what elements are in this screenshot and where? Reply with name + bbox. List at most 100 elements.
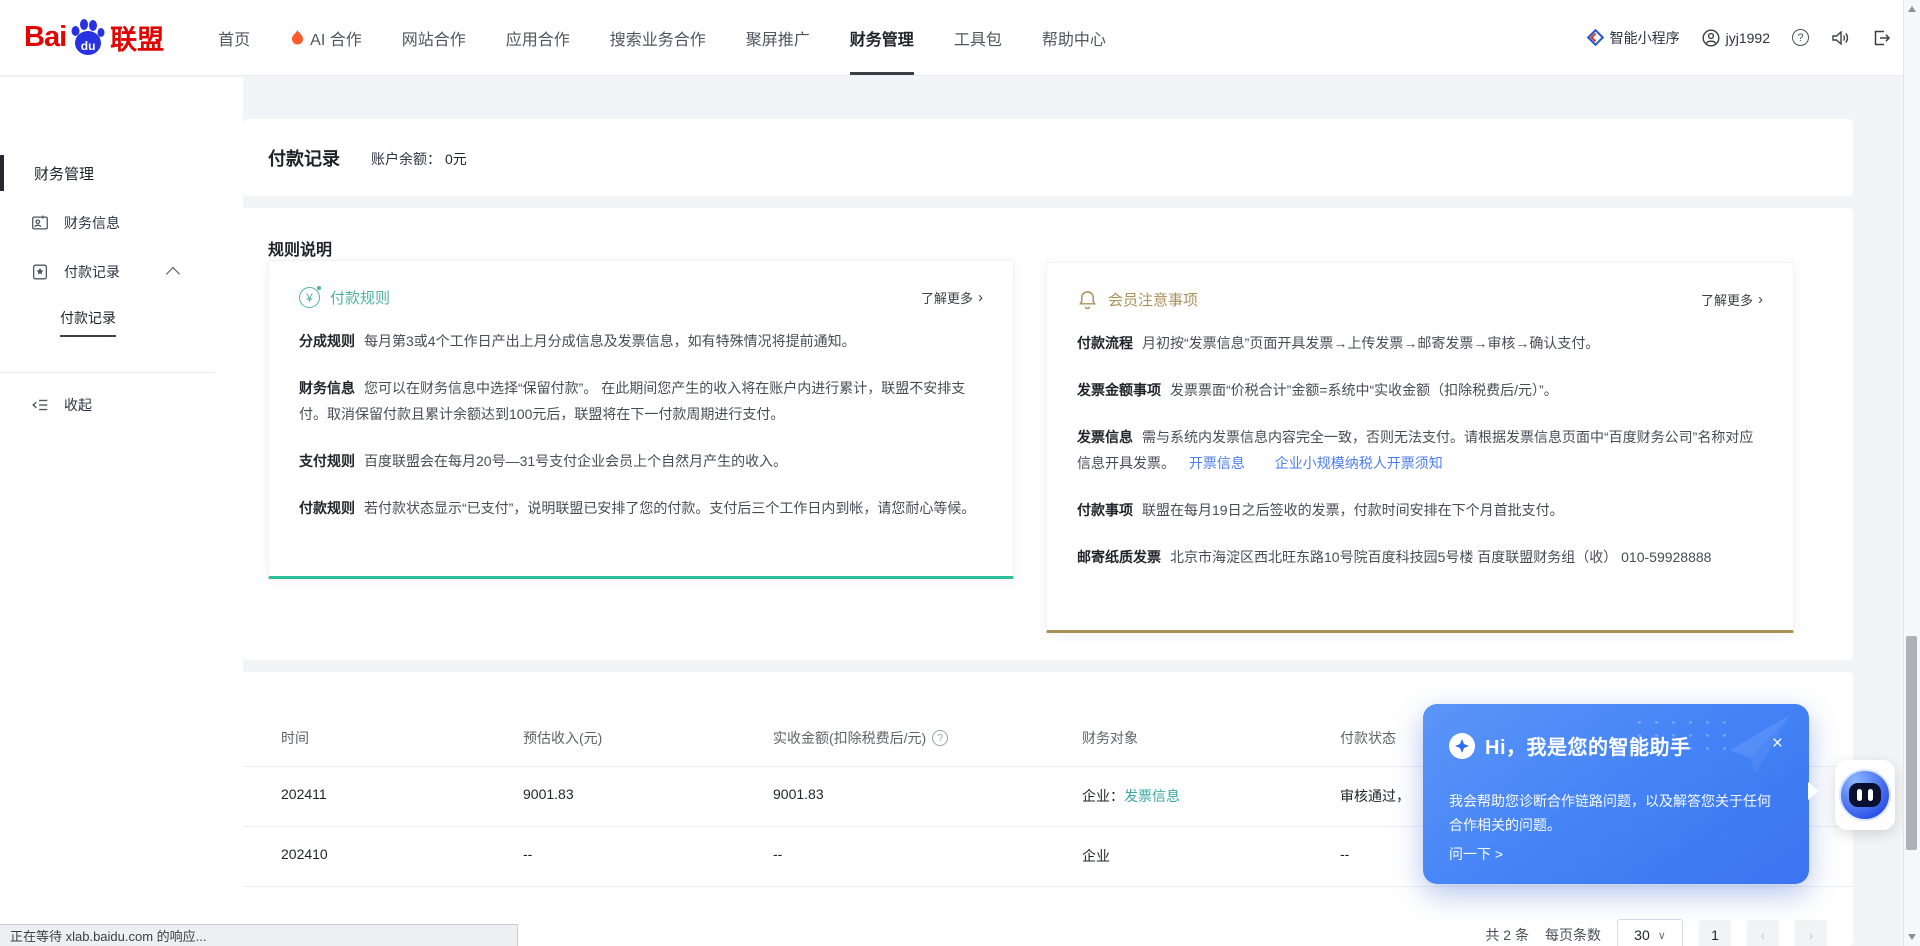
rule-item: 付款流程月初按“发票信息”页面开具发票→上传发票→邮寄发票→审核→确认支付。 — [1077, 330, 1763, 356]
nav-screen-label: 聚屏推广 — [746, 26, 810, 50]
member-notes-more-link[interactable]: 了解更多 › — [1701, 290, 1763, 309]
rule-item: 发票金额事项发票票面“价税合计”金额=系统中“实收金额（扣除税费后/元）”。 — [1077, 377, 1763, 403]
baidu-union-logo[interactable]: Bai du 联盟 — [24, 17, 164, 59]
row2-status: -- — [1340, 846, 1349, 862]
nav-finance-label: 财务管理 — [850, 26, 914, 50]
assistant-avatar-button[interactable] — [1835, 760, 1895, 830]
balance-label: 账户余额： — [371, 151, 441, 167]
compass-icon — [1449, 733, 1475, 759]
nav-toolkit[interactable]: 工具包 — [954, 0, 1002, 75]
rule-item: 分成规则每月第3或4个工作日产出上月分成信息及发票信息，如有特殊情况将提前通知。 — [299, 328, 983, 354]
nav-help-center[interactable]: 帮助中心 — [1042, 0, 1106, 75]
sidebar-collapse-button[interactable]: 收起 — [0, 387, 243, 423]
robot-face-icon — [1839, 769, 1891, 821]
row1-actual: 9001.83 — [773, 786, 824, 802]
sidebar-item-finance-info[interactable]: 财务信息 — [0, 205, 243, 241]
sidebar-item-payment-record[interactable]: 付款记录 — [0, 254, 243, 290]
baidu-union-finance-page: Bai du 联盟 首页 AI 合作 网站合作 — [0, 0, 1920, 946]
sidebar-section-label: 财务管理 — [34, 163, 94, 184]
nav-screen-promotion[interactable]: 聚屏推广 — [746, 0, 810, 75]
per-page-value: 30 — [1634, 927, 1650, 943]
rule-label: 发票金额事项 — [1077, 382, 1161, 398]
row1-invoice-info-link[interactable]: 发票信息 — [1124, 788, 1180, 804]
prev-page-button[interactable]: ‹ — [1747, 920, 1779, 946]
browser-status-tooltip: 正在等待 xlab.baidu.com 的响应... — [0, 924, 518, 946]
assistant-title: Hi，我是您的智能助手 — [1485, 731, 1691, 760]
rule-item: 付款事项联盟在每月19日之后签收的发票，付款时间安排在下个月首批支付。 — [1077, 497, 1763, 523]
vertical-scrollbar[interactable] — [1903, 0, 1920, 946]
page-title: 付款记录 — [268, 145, 340, 171]
rule-text: 若付款状态显示“已支付”，说明联盟已安排了您的付款。支付后三个工作日内到帐，请您… — [364, 500, 975, 516]
flame-icon — [290, 29, 305, 46]
rule-label: 付款流程 — [1077, 335, 1133, 351]
rule-label: 发票信息 — [1077, 429, 1133, 445]
nav-finance-management[interactable]: 财务管理 — [850, 0, 914, 75]
member-notes-card-title: 会员注意事项 — [1108, 289, 1198, 310]
chevron-up-icon[interactable] — [166, 267, 180, 281]
chevron-right-icon: › — [1809, 927, 1814, 943]
rule-item: 邮寄纸质发票北京市海淀区西北旺东路10号院百度科技园5号楼 百度联盟财务组（收）… — [1077, 544, 1763, 570]
nav-home[interactable]: 首页 — [218, 0, 250, 75]
rule-item: 付款规则若付款状态显示“已支付”，说明联盟已安排了您的付款。支付后三个工作日内到… — [299, 495, 983, 521]
row1-estimate: 9001.83 — [523, 786, 574, 802]
sidebar-payment-record-sub-label: 付款记录 — [60, 308, 116, 337]
main-nav: 首页 AI 合作 网站合作 应用合作 搜索业务合作 聚屏推广 财务管理 工具包 … — [218, 0, 1106, 75]
nav-ai-cooperation[interactable]: AI 合作 — [290, 0, 362, 75]
nav-search-cooperation[interactable]: 搜索业务合作 — [610, 0, 706, 75]
sidebar-finance-info-label: 财务信息 — [64, 213, 120, 233]
scrollbar-thumb[interactable] — [1906, 636, 1917, 850]
nav-app-cooperation[interactable]: 应用合作 — [506, 0, 570, 75]
scroll-up-arrow-icon[interactable] — [1908, 6, 1916, 12]
miniprogram-label: 智能小程序 — [1610, 28, 1680, 48]
close-icon[interactable]: × — [1772, 734, 1783, 753]
invoice-info-link[interactable]: 开票信息 — [1189, 455, 1245, 471]
sidebar: 财务管理 财务信息 付款记录 付款记录 — [0, 77, 243, 946]
assistant-popup: Hi，我是您的智能助手 × 我会帮助您诊断合作链路问题，以及解答您关于任何合作相… — [1423, 704, 1809, 884]
rule-text: 月初按“发票信息”页面开具发票→上传发票→邮寄发票→审核→确认支付。 — [1142, 335, 1599, 351]
rule-label: 付款规则 — [299, 500, 355, 516]
rule-label: 付款事项 — [1077, 502, 1133, 518]
col-header-finance-entity: 财务对象 — [1082, 728, 1138, 748]
row1-entity: 企业：发票信息 — [1082, 786, 1180, 806]
payment-rules-card-title: 付款规则 — [330, 287, 390, 308]
help-icon[interactable]: ? — [1792, 29, 1809, 46]
sidebar-collapse-label: 收起 — [64, 395, 92, 415]
row1-entity-label: 企业： — [1082, 788, 1124, 804]
col-header-estimated-income: 预估收入(元) — [523, 728, 602, 748]
rule-text: 联盟在每月19日之后签收的发票，付款时间安排在下个月首批支付。 — [1142, 502, 1564, 518]
nav-toolkit-label: 工具包 — [954, 26, 1002, 50]
sound-icon[interactable] — [1831, 29, 1850, 47]
rule-label: 邮寄纸质发票 — [1077, 549, 1161, 565]
scroll-down-arrow-icon[interactable] — [1908, 934, 1916, 940]
rule-text: 百度联盟会在每月20号—31号支付企业会员上个自然月产生的收入。 — [364, 453, 787, 469]
page-header-panel: 付款记录 账户余额：0元 — [243, 119, 1853, 196]
row1-time: 202411 — [281, 786, 327, 802]
sidebar-divider — [0, 372, 215, 373]
rules-panel: 规则说明 ¥ 付款规则 了解更多 › 分成规则每月第3或4个工作日产出上月分成信… — [243, 208, 1853, 660]
column-help-icon[interactable]: ? — [932, 730, 948, 746]
row2-entity: 企业 — [1082, 846, 1110, 866]
bell-icon — [1077, 289, 1098, 310]
nav-website-cooperation[interactable]: 网站合作 — [402, 0, 466, 75]
per-page-select[interactable]: 30 ∨ — [1617, 919, 1683, 946]
ask-now-link[interactable]: 问一下 > — [1449, 844, 1503, 864]
logo-text-union: 联盟 — [110, 18, 164, 57]
caret-down-icon: ∨ — [1658, 929, 1666, 942]
logout-icon[interactable] — [1872, 29, 1890, 47]
per-page-label: 每页条数 — [1545, 925, 1601, 945]
row2-time: 202410 — [281, 846, 328, 862]
current-page-button[interactable]: 1 — [1699, 920, 1731, 946]
rule-item: 财务信息您可以在财务信息中选择“保留付款”。 在此期间您产生的收入将在账户内进行… — [299, 375, 983, 427]
miniprogram-link[interactable]: 智能小程序 — [1587, 28, 1680, 48]
sidebar-subitem-payment-record[interactable]: 付款记录 — [0, 304, 243, 340]
small-taxpayer-notice-link[interactable]: 企业小规模纳税人开票须知 — [1275, 455, 1443, 471]
rule-text: 发票票面“价税合计”金额=系统中“实收金额（扣除税费后/元）”。 — [1170, 382, 1558, 398]
sidebar-payment-record-label: 付款记录 — [64, 262, 120, 282]
row2-estimate: -- — [523, 846, 532, 862]
rules-section-title: 规则说明 — [268, 236, 332, 260]
user-account[interactable]: jyj1992 — [1702, 29, 1770, 47]
collapse-icon — [30, 395, 50, 415]
payment-rules-more-link[interactable]: 了解更多 › — [921, 288, 983, 307]
next-page-button[interactable]: › — [1795, 920, 1827, 946]
yen-circle-icon: ¥ — [299, 287, 320, 308]
